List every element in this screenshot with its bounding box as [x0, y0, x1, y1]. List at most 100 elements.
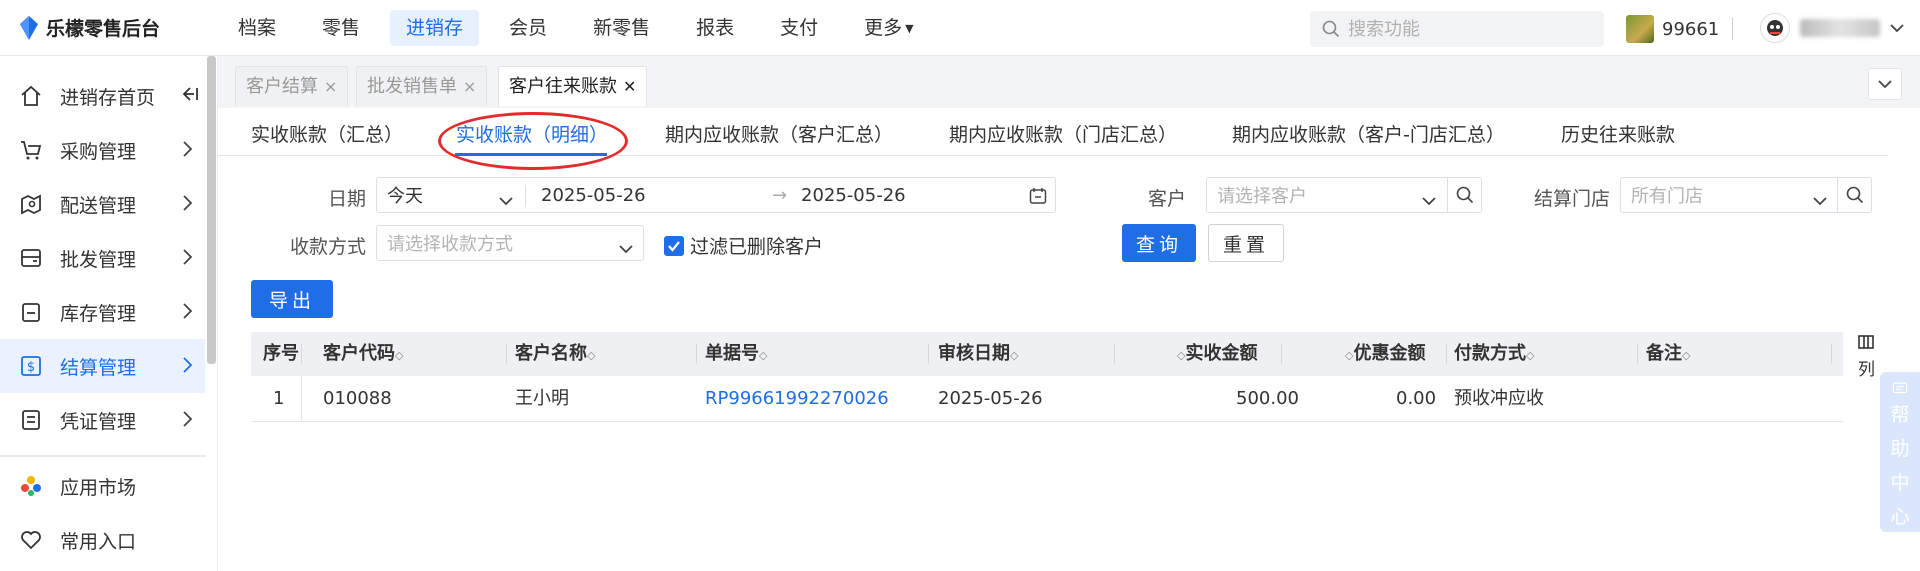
top-nav-archive[interactable]: 档案 — [222, 10, 292, 46]
reset-button[interactable]: 重置 — [1208, 224, 1284, 262]
page-tabs-bar: 客户结算 × 批发销售单 × 客户往来账款 ✕ — [218, 56, 1920, 108]
chevron-down-icon — [1813, 190, 1827, 211]
chevron-right-icon — [181, 354, 193, 381]
sidebar-item-app-market[interactable]: 应用市场 — [0, 459, 205, 513]
col-header-document-no[interactable]: 单据号◇ — [705, 332, 767, 376]
user-menu[interactable] — [1760, 13, 1904, 43]
col-header-label: 单据号 — [705, 343, 759, 364]
chevron-right-icon — [181, 408, 193, 435]
payment-method-label: 收款方式 — [289, 236, 366, 258]
top-nav-member[interactable]: 会员 — [493, 10, 563, 46]
export-button[interactable]: 导出 — [251, 280, 333, 318]
store-id: 99661 — [1662, 18, 1720, 40]
date-label: 日期 — [327, 188, 366, 210]
top-nav-more[interactable]: 更多 ▼ — [848, 10, 929, 46]
payment-method-select[interactable]: 请选择收款方式 — [376, 225, 644, 261]
top-nav: 档案 零售 进销存 会员 新零售 报表 支付 更多 ▼ — [222, 10, 944, 46]
sort-icon[interactable]: ◇ — [759, 349, 767, 362]
col-header-discount-amount[interactable]: ◇优惠金额 — [1345, 332, 1425, 376]
store-search-button[interactable] — [1838, 177, 1872, 213]
customer-placeholder: 请选择客户 — [1217, 186, 1307, 207]
sidebar-item-inventory-home[interactable]: 进销存首页 — [0, 69, 205, 123]
payment-method-placeholder: 请选择收款方式 — [387, 234, 513, 255]
sort-icon[interactable]: ◇ — [1682, 349, 1690, 362]
cell-document-no-link[interactable]: RP99661992270026 — [705, 376, 889, 422]
help-center-widget[interactable]: 帮 助 中 心 — [1880, 372, 1920, 532]
close-icon[interactable]: × — [324, 77, 337, 96]
col-header-customer-code[interactable]: 客户代码◇ — [323, 332, 403, 376]
col-header-label: 审核日期 — [938, 343, 1010, 364]
sort-icon[interactable]: ◇ — [395, 349, 403, 362]
column-settings[interactable]: 列 — [1858, 334, 1882, 380]
function-search[interactable] — [1310, 11, 1604, 47]
table-row[interactable]: 1 010088 王小明 RP99661992270026 2025-05-26… — [251, 376, 1843, 422]
search-icon — [1846, 186, 1863, 204]
sort-icon[interactable]: ◇ — [1526, 349, 1534, 362]
column-divider — [1281, 344, 1282, 364]
sidebar: 进销存首页 采购管理 配送管理 批发管理 库存管理 $ 结算管理 凭证管理 应用… — [0, 56, 218, 571]
store-switcher[interactable]: 99661 — [1626, 15, 1719, 43]
customer-search-button[interactable] — [1448, 177, 1482, 213]
subtab-history-accounts[interactable]: 历史往来账款 — [1561, 120, 1675, 147]
column-divider — [301, 344, 302, 364]
subtab-period-receivable-customer[interactable]: 期内应收账款（客户汇总） — [665, 120, 893, 147]
col-header-review-date[interactable]: 审核日期◇ — [938, 332, 1018, 376]
page-tab-customer-accounts[interactable]: 客户往来账款 ✕ — [498, 66, 648, 106]
sort-icon[interactable]: ◇ — [587, 349, 595, 362]
cell-customer-code: 010088 — [323, 388, 392, 409]
date-start-value[interactable]: 2025-05-26 — [541, 185, 646, 206]
close-icon[interactable]: × — [463, 77, 476, 96]
top-nav-more-label: 更多 — [864, 17, 903, 39]
app-logo[interactable]: 乐檬零售后台 — [18, 14, 160, 41]
caret-down-icon: ▼ — [905, 21, 914, 35]
col-header-received-amount[interactable]: ◇实收金额 — [1177, 332, 1257, 376]
columns-icon — [1858, 335, 1874, 349]
sidebar-item-voucher[interactable]: 凭证管理 — [0, 393, 205, 447]
sidebar-item-purchase[interactable]: 采购管理 — [0, 123, 205, 177]
sidebar-item-favorites[interactable]: 常用入口 — [0, 513, 205, 567]
sidebar-item-stock[interactable]: 库存管理 — [0, 285, 205, 339]
sidebar-item-label: 库存管理 — [60, 302, 137, 325]
date-preset-value[interactable]: 今天 — [387, 182, 423, 208]
svg-text:$: $ — [27, 360, 35, 375]
settlement-store-select[interactable]: 所有门店 — [1620, 177, 1838, 213]
page-tab-label: 批发销售单 — [367, 76, 457, 97]
collapse-sidebar-icon[interactable] — [181, 85, 199, 108]
subtab-period-receivable-store[interactable]: 期内应收账款（门店汇总） — [949, 120, 1177, 147]
calendar-icon[interactable] — [1029, 187, 1047, 210]
page-tab-wholesale-order[interactable]: 批发销售单 × — [356, 66, 488, 106]
cart-icon — [18, 137, 44, 163]
col-header-customer-name[interactable]: 客户名称◇ — [515, 332, 595, 376]
query-button[interactable]: 查询 — [1122, 224, 1196, 262]
cell-index: 1 — [273, 388, 285, 409]
chevron-right-icon — [181, 138, 193, 165]
filter-deleted-customers[interactable]: 过滤已删除客户 — [664, 232, 823, 259]
top-nav-retail[interactable]: 零售 — [306, 10, 376, 46]
sidebar-scrollbar[interactable] — [207, 56, 216, 364]
sidebar-item-wholesale[interactable]: 批发管理 — [0, 231, 205, 285]
chevron-down-icon — [1422, 190, 1436, 211]
col-header-remark[interactable]: 备注◇ — [1646, 332, 1690, 376]
col-header-payment-method[interactable]: 付款方式◇ — [1454, 332, 1534, 376]
top-nav-payment[interactable]: 支付 — [764, 10, 834, 46]
column-divider — [1114, 344, 1115, 364]
date-end-value[interactable]: 2025-05-26 — [801, 185, 906, 206]
top-nav-new-retail[interactable]: 新零售 — [577, 10, 666, 46]
page-tab-customer-settlement[interactable]: 客户结算 × — [235, 66, 349, 106]
close-icon[interactable]: ✕ — [623, 77, 636, 96]
tabs-dropdown-button[interactable] — [1868, 68, 1902, 100]
date-range-picker[interactable]: 今天 2025-05-26 → 2025-05-26 — [376, 177, 1056, 213]
top-nav-report[interactable]: 报表 — [680, 10, 750, 46]
customer-select[interactable]: 请选择客户 — [1206, 177, 1448, 213]
checkbox-checked[interactable] — [664, 235, 684, 256]
subtab-period-receivable-customer-store[interactable]: 期内应收账款（客户-门店汇总） — [1232, 120, 1505, 147]
sort-icon[interactable]: ◇ — [1010, 349, 1018, 362]
wallet-icon — [18, 245, 44, 271]
subtab-received-summary[interactable]: 实收账款（汇总） — [251, 120, 403, 147]
column-divider — [1446, 344, 1447, 364]
sidebar-item-settlement[interactable]: $ 结算管理 — [0, 339, 205, 393]
top-nav-inventory[interactable]: 进销存 — [390, 10, 480, 46]
function-search-input[interactable] — [1348, 18, 1578, 40]
sidebar-item-distribution[interactable]: 配送管理 — [0, 177, 205, 231]
col-header-label: 付款方式 — [1454, 343, 1526, 364]
